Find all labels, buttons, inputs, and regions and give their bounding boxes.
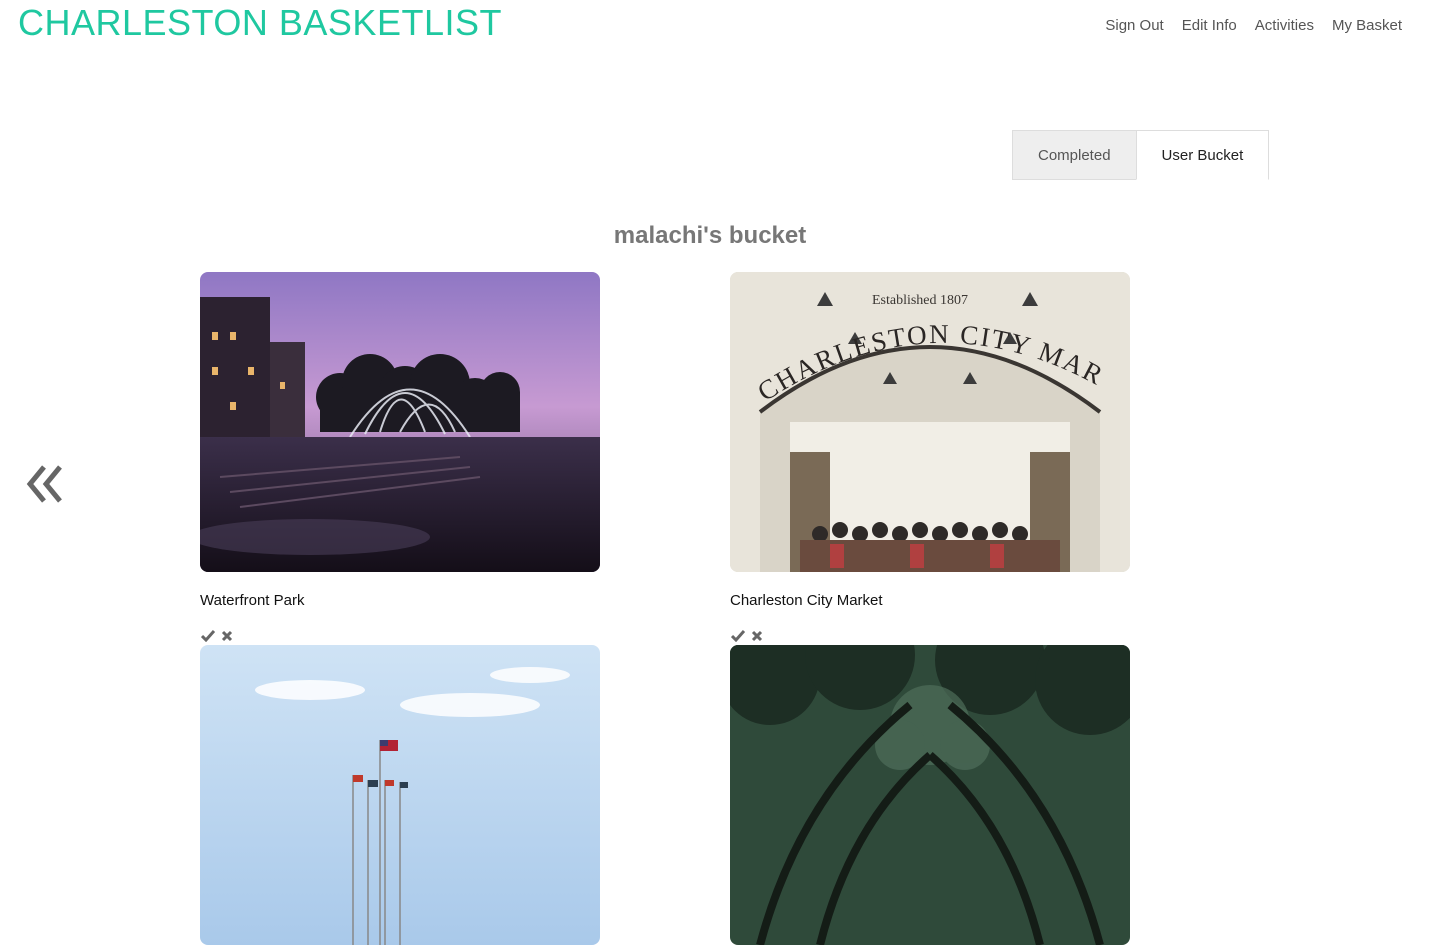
card-title-waterfront-park: Waterfront Park <box>200 592 305 609</box>
top-nav: Sign Out Edit Info Activities My Basket <box>1087 17 1402 34</box>
card-actions <box>730 630 763 643</box>
tab-user-bucket[interactable]: User Bucket <box>1135 130 1270 180</box>
market-sign-established: Established 1807 <box>872 293 968 308</box>
brand-title[interactable]: CHARLESTON BASKETLIST <box>18 2 502 44</box>
sign-out-link[interactable]: Sign Out <box>1105 17 1163 34</box>
waterfront-park-image[interactable] <box>200 272 600 572</box>
card-title-charleston-city-market: Charleston City Market <box>730 592 883 609</box>
tab-completed[interactable]: Completed <box>1012 130 1136 180</box>
charleston-city-market-image[interactable]: Established 1807 CHARLESTON CITY MARKET <box>730 272 1130 572</box>
my-basket-link[interactable]: My Basket <box>1332 17 1402 34</box>
check-icon[interactable] <box>200 630 216 643</box>
flags-image[interactable] <box>200 645 600 945</box>
edit-info-link[interactable]: Edit Info <box>1182 17 1237 34</box>
bucket-tabs: Completed User Bucket <box>1012 130 1270 180</box>
card-actions <box>200 630 233 643</box>
x-icon[interactable] <box>221 630 233 642</box>
double-chevron-left-icon[interactable] <box>26 463 66 510</box>
page-title: malachi's bucket <box>613 222 807 249</box>
x-icon[interactable] <box>751 630 763 642</box>
oak-alley-image[interactable] <box>730 645 1130 945</box>
check-icon[interactable] <box>730 630 746 643</box>
activities-link[interactable]: Activities <box>1255 17 1314 34</box>
